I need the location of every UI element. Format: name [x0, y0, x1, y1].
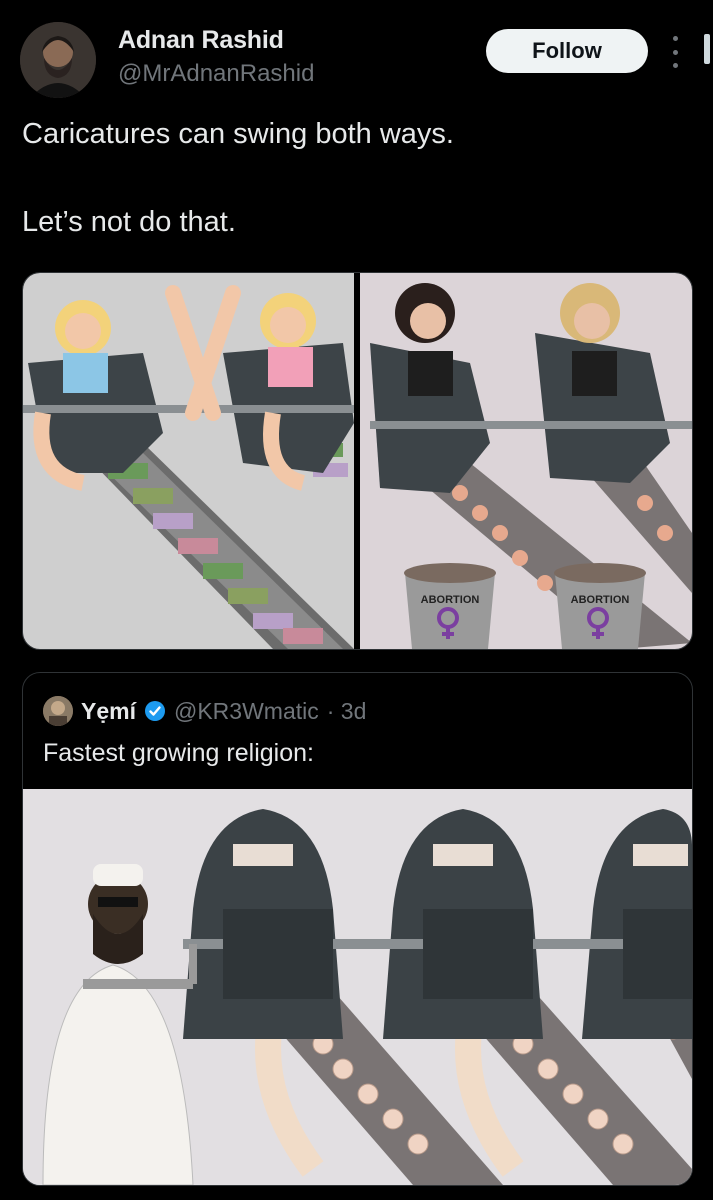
- abortion-label-2: ABORTION: [570, 594, 630, 606]
- quote-avatar[interactable]: [43, 696, 73, 726]
- media-image-right[interactable]: ABORTION ABORTION: [360, 273, 692, 649]
- verified-badge-icon: [144, 700, 166, 722]
- quote-timestamp[interactable]: · 3d: [327, 698, 367, 725]
- scrollbar[interactable]: [704, 34, 710, 64]
- tweet-media-grid[interactable]: ABORTION ABORTION: [22, 272, 693, 650]
- follow-button[interactable]: Follow: [486, 29, 648, 73]
- more-icon[interactable]: [666, 36, 684, 68]
- quote-header: Yẹmí @KR3Wmatic · 3d: [43, 693, 366, 729]
- quote-media-image[interactable]: [23, 789, 692, 1185]
- quote-author-handle[interactable]: @KR3Wmatic: [174, 698, 319, 725]
- author-name[interactable]: Adnan Rashid: [118, 26, 284, 55]
- abortion-label-1: ABORTION: [420, 594, 480, 606]
- author-avatar[interactable]: [20, 22, 96, 98]
- quote-author-name[interactable]: Yẹmí: [81, 698, 136, 725]
- tweet-text: Caricatures can swing both ways. Let’s n…: [22, 118, 454, 238]
- media-image-left[interactable]: [23, 273, 354, 649]
- quote-tweet-card[interactable]: Yẹmí @KR3Wmatic · 3d Fastest growing rel…: [22, 672, 693, 1186]
- author-handle[interactable]: @MrAdnanRashid: [118, 60, 314, 88]
- quote-text: Fastest growing religion:: [43, 739, 314, 767]
